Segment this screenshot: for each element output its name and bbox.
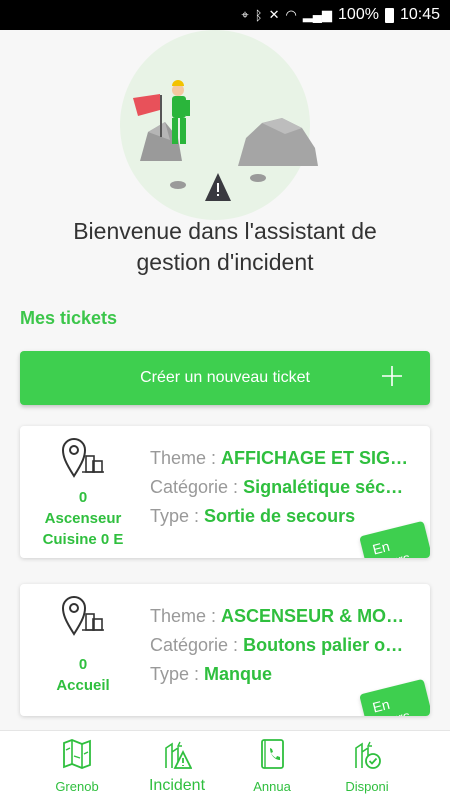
nav-label: Annua — [253, 779, 291, 794]
section-title: Mes tickets — [20, 308, 118, 328]
location-building-icon — [61, 596, 104, 636]
theme-row: Theme : AFFICHAGE ET SIG… — [150, 448, 412, 477]
ticket-location: 0 Accueil — [20, 584, 146, 716]
signal-icon: ▂▄▆ — [302, 7, 333, 22]
bottom-nav: Grenob Incident Annua Disponi — [0, 730, 450, 800]
type-value: Manque — [204, 664, 273, 684]
battery-level: 100% — [338, 6, 379, 23]
battery-icon — [384, 7, 394, 23]
create-ticket-label: Créer un nouveau ticket — [140, 369, 310, 386]
location-line: 0 — [78, 656, 88, 673]
hero-illustration — [120, 30, 318, 220]
category-label: Catégorie : — [150, 477, 239, 497]
location-line: Accueil — [56, 677, 110, 694]
type-row: Type : Sortie de secours — [150, 506, 412, 535]
theme-row: Theme : ASCENSEUR & MO… — [150, 606, 412, 635]
location-building-icon — [61, 438, 104, 478]
ticket-fields: Theme : ASCENSEUR & MO… Catégorie : Bout… — [150, 606, 412, 693]
bluetooth-icon: ᛒ — [254, 7, 263, 23]
nav-label: Incident — [148, 777, 206, 794]
wifi-icon: ◠ — [285, 7, 297, 22]
ticket-card[interactable]: 0 Ascenseur Cuisine 0 E Theme : AFFICHAG… — [20, 426, 430, 558]
theme-value: ASCENSEUR & MO… — [221, 606, 405, 626]
theme-label: Theme : — [150, 606, 217, 626]
nav-item-incident[interactable]: Incident — [132, 731, 222, 800]
theme-label: Theme : — [150, 448, 217, 468]
directory-icon — [261, 739, 284, 769]
type-value: Sortie de secours — [204, 506, 356, 526]
theme-value: AFFICHAGE ET SIG… — [221, 448, 409, 468]
type-label: Type : — [150, 506, 200, 526]
category-value: Boutons palier o… — [243, 635, 404, 655]
nav-label: Grenob — [55, 779, 99, 794]
location-line: Cuisine 0 E — [42, 531, 124, 548]
welcome-text: Bienvenue dans l'assistant de gestion d'… — [73, 218, 377, 275]
location-line: Ascenseur — [44, 510, 122, 527]
clock: 10:45 — [399, 6, 440, 23]
category-row: Catégorie : Boutons palier o… — [150, 635, 412, 664]
location-icon: ⌖ — [241, 7, 249, 22]
ticket-card[interactable]: 0 Accueil Theme : ASCENSEUR & MO… Catégo… — [20, 584, 430, 716]
type-label: Type : — [150, 664, 200, 684]
ticket-location: 0 Ascenseur Cuisine 0 E — [20, 426, 146, 558]
availability-icon — [355, 741, 381, 769]
map-icon — [63, 739, 91, 769]
nav-label: Disponi — [345, 779, 389, 794]
category-row: Catégorie : Signalétique séc… — [150, 477, 412, 506]
nav-item-grenob[interactable]: Grenob — [32, 731, 122, 800]
category-value: Signalétique séc… — [243, 477, 404, 497]
category-label: Catégorie : — [150, 635, 239, 655]
status-bar: ⌖ ᛒ ✕ ◠ ▂▄▆ 100% 10:45 — [0, 0, 450, 30]
incident-icon — [165, 741, 192, 769]
nav-item-disponi[interactable]: Disponi — [322, 731, 412, 800]
ticket-fields: Theme : AFFICHAGE ET SIG… Catégorie : Si… — [150, 448, 412, 535]
nav-item-annua[interactable]: Annua — [227, 731, 317, 800]
mute-icon: ✕ — [268, 7, 280, 22]
plus-icon — [382, 366, 402, 386]
location-line: 0 — [78, 489, 88, 506]
type-row: Type : Manque — [150, 664, 412, 693]
create-ticket-button[interactable]: Créer un nouveau ticket — [20, 351, 430, 405]
